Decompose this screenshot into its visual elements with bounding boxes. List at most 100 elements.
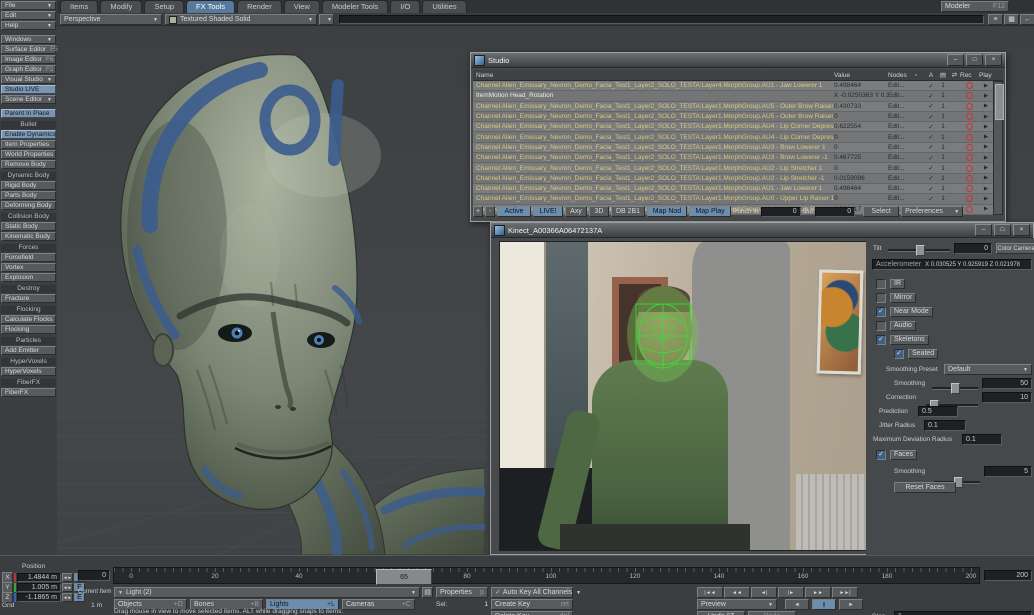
record-icon[interactable] [960,144,979,151]
smoothing-field[interactable]: 50 [982,378,1032,389]
delete-key-button[interactable]: Delete Key del [491,611,573,615]
prediction-field[interactable]: 0.5 [918,406,958,417]
record-icon[interactable] [960,82,979,89]
play-forward-icon[interactable]: ► [839,599,863,610]
active-check-icon[interactable]: ✓ [925,174,937,182]
faces-smoothing-field[interactable]: 5 [984,466,1032,477]
select-button[interactable]: Select [863,206,899,217]
next-keyframe-icon[interactable]: ►► [805,587,831,598]
kinect-titlebar[interactable]: Kinect_A00366A06472137A – □ × [491,223,1033,238]
sidebar-item-calculate-flocks[interactable]: Calculate Flocks [1,315,56,324]
play-backward-icon[interactable]: ◄ [785,599,809,610]
tab-view[interactable]: View [284,0,320,13]
play-icon[interactable]: ▶ [979,103,993,109]
sidebar-item-scene-editor[interactable]: Scene Editor [1,95,56,104]
max-deviation-field[interactable]: 0.1 [962,434,1002,445]
frame-end-field[interactable]: 200 [984,570,1032,581]
sidebar-item-surface-editor[interactable]: Surface EditorF5 [1,45,56,54]
minimize-icon[interactable]: – [975,224,992,236]
sidebar-item-image-editor[interactable]: Image EditorF6 [1,55,56,64]
sidebar-item-world-properties[interactable]: World Properties [1,150,56,159]
channel-row[interactable]: ItemMotion Head_RotationX -0.0250363 Y 0… [473,91,993,101]
active-check-icon[interactable]: ✓ [925,195,937,203]
checkbox-icon[interactable] [876,293,886,303]
smoothing-slider[interactable] [932,387,978,390]
maximize-icon[interactable]: □ [966,54,983,66]
nodes-edit-button[interactable]: Edit... [888,195,915,202]
channel-row[interactable]: Channel Alien_Emissary_Nevron_Demo_Facia… [473,143,993,153]
sidebar-item-fracture[interactable]: Fracture [1,294,56,303]
sidebar-item-enable-dynamics[interactable]: Enable Dynamics [1,130,56,139]
pause-icon[interactable]: || [812,599,836,610]
map-nod-button[interactable]: Map Nod [647,206,687,217]
jitter-radius-field[interactable]: 0.1 [924,420,966,431]
axy-button[interactable]: Axy [565,206,587,217]
tilt-field[interactable]: 0 [954,243,992,254]
preview-dropdown[interactable]: Preview [697,599,777,610]
sidebar-item-studio-live[interactable]: Studio LIVE [1,85,56,94]
position-z-field[interactable]: -1.1865 m [17,593,61,602]
punch-in-field[interactable]: 0 [761,207,801,217]
record-icon[interactable] [960,195,979,202]
tab-modify[interactable]: Modify [100,0,142,13]
play-icon[interactable]: ▶ [979,186,993,192]
tilt-slider[interactable] [888,249,950,252]
active-check-icon[interactable]: ✓ [925,133,937,141]
close-icon[interactable]: × [985,54,1002,66]
studio-titlebar[interactable]: Studio – □ × [471,53,1005,68]
cameras-button[interactable]: Cameras+C [342,599,415,610]
seated-toggle[interactable]: ✓ Seated [894,349,938,359]
db-button[interactable]: DB 2B1 [611,206,645,217]
checkbox-icon[interactable] [876,321,886,331]
nodes-edit-button[interactable]: Edit... [888,92,915,99]
nodes-edit-button[interactable]: Edit... [888,103,915,110]
record-icon[interactable] [960,154,979,161]
checkbox-icon[interactable] [876,279,886,289]
sidebar-item-remove-body[interactable]: Remove Body [1,160,56,169]
viewport-extra-dropdown[interactable] [319,14,334,25]
play-icon[interactable]: ▶ [979,124,993,130]
sidebar-item-visual-studio[interactable]: Visual Studio [1,75,56,84]
tab-setup[interactable]: Setup [144,0,184,13]
nudge-icon[interactable]: ◄► [62,593,73,602]
minimize-icon[interactable]: – [947,54,964,66]
record-icon[interactable] [960,175,979,182]
checkbox-checked-icon[interactable]: ✓ [894,349,904,359]
channel-row[interactable]: Channel Alien_Emissary_Nevron_Demo_Facia… [473,122,993,132]
record-icon[interactable] [960,134,979,141]
record-icon[interactable] [960,165,979,172]
play-icon[interactable]: ▶ [979,175,993,181]
play-icon[interactable]: ▶ [979,83,993,89]
go-first-frame-icon[interactable]: |◄◄ [697,587,723,598]
position-x-field[interactable]: 1.4844 m [17,573,61,582]
channel-row[interactable]: Channel Alien_Emissary_Nevron_Demo_Facia… [473,112,993,122]
pan-icon[interactable]: ← [1020,14,1034,25]
nodes-edit-button[interactable]: Edit... [888,113,915,120]
checkbox-checked-icon[interactable]: ✓ [876,335,886,345]
channel-row[interactable]: Channel Alien_Emissary_Nevron_Demo_Facia… [473,102,993,112]
sidebar-item-file[interactable]: File [1,1,56,10]
mirror-toggle[interactable]: Mirror [876,293,916,303]
sidebar-item-forcefield[interactable]: Forcefield [1,253,56,262]
channel-row[interactable]: Channel Alien_Emissary_Nevron_Demo_Facia… [473,184,993,194]
properties-button[interactable]: Properties p [436,587,488,598]
active-check-icon[interactable]: ✓ [925,185,937,193]
undo-button[interactable]: Undo ^Z [697,611,745,615]
nodes-edit-button[interactable]: Edit... [888,134,915,141]
play-icon[interactable]: ▶ [979,165,993,171]
timeline-ruler[interactable]: 0 20 40 60 80 100 120 140 160 180 200 65 [113,567,980,584]
item-list-icon[interactable]: ▤ [422,587,433,598]
play-icon[interactable]: ▶ [979,134,993,140]
shading-mode-dropdown[interactable]: Textured Shaded Solid [165,14,317,25]
audio-toggle[interactable]: Audio [876,321,916,331]
create-key-button[interactable]: Create Key ret [491,599,573,610]
auto-key-toggle[interactable]: ✓ Auto Key All Channels [491,587,573,598]
nodes-edit-button[interactable]: Edit... [888,123,915,130]
channel-row[interactable]: Channel Alien_Emissary_Nevron_Demo_Facia… [473,174,993,184]
active-check-icon[interactable]: ✓ [925,102,937,110]
tab-io[interactable]: I/O [390,0,420,13]
channel-row[interactable]: Channel Alien_Emissary_Nevron_Demo_Facia… [473,194,993,204]
sidebar-item-item-properties[interactable]: Item Properties [1,140,56,149]
near-mode-toggle[interactable]: ✓ Near Mode [876,307,933,317]
sidebar-item-fiberfx[interactable]: FiberFX [1,388,56,397]
